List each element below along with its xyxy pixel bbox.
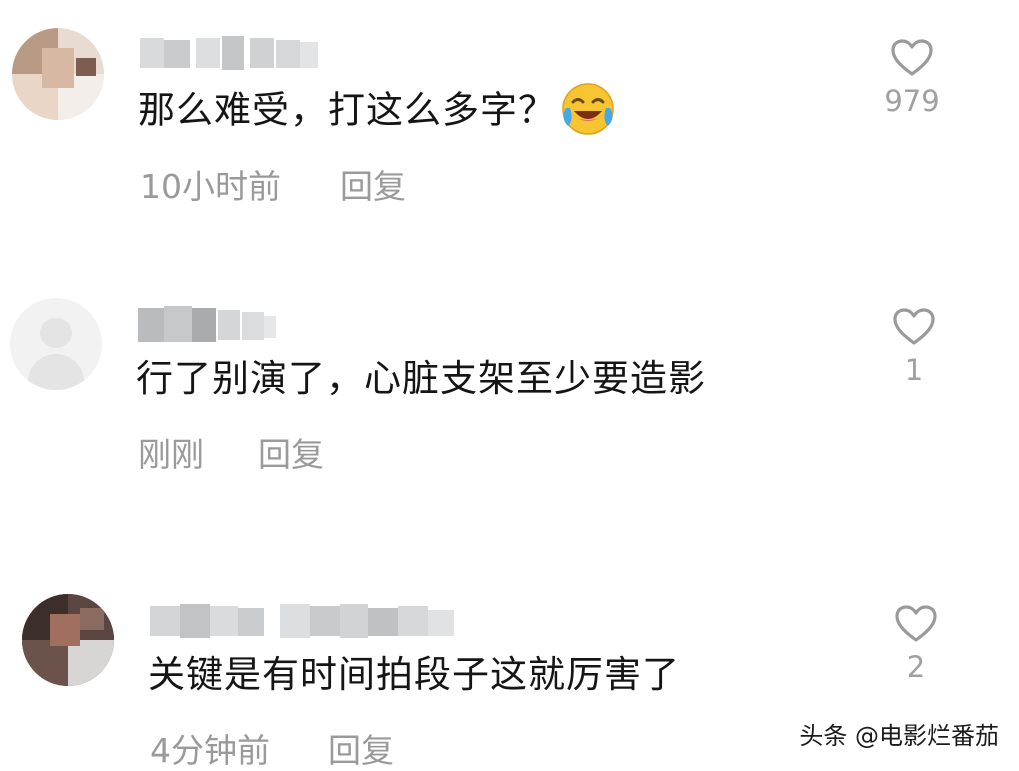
avatar-pixel bbox=[50, 614, 80, 646]
username-redacted[interactable] bbox=[138, 306, 278, 346]
avatar-pixel bbox=[22, 640, 68, 686]
reply-button[interactable]: 回复 bbox=[340, 167, 406, 207]
heart-icon bbox=[895, 605, 937, 642]
avatar-pixel bbox=[76, 58, 96, 76]
username-pixel bbox=[180, 604, 210, 638]
watermark: 头条 @电影烂番茄 bbox=[799, 722, 999, 750]
username-pixel bbox=[242, 312, 264, 340]
comment-time: 10小时前 bbox=[140, 167, 281, 206]
avatar-pixel bbox=[80, 608, 104, 630]
username-pixel bbox=[264, 316, 276, 338]
username-pixel bbox=[276, 40, 300, 68]
avatar[interactable] bbox=[10, 298, 102, 390]
username-pixel bbox=[218, 310, 240, 340]
username-pixel bbox=[398, 606, 428, 636]
username-pixel bbox=[222, 36, 244, 70]
like-count: 1 bbox=[904, 353, 924, 387]
reply-button[interactable]: 回复 bbox=[328, 731, 394, 771]
avatar[interactable] bbox=[12, 28, 104, 120]
avatar-pixel bbox=[28, 354, 84, 390]
comment-text: 行了别演了，心脏支架至少要造影 bbox=[136, 357, 706, 400]
heart-icon bbox=[891, 39, 933, 76]
like-count: 2 bbox=[906, 650, 926, 684]
username-redacted[interactable] bbox=[140, 34, 320, 74]
comment-time: 4分钟前 bbox=[150, 731, 270, 770]
avatar[interactable] bbox=[22, 594, 114, 686]
avatar-pixel bbox=[68, 640, 114, 686]
username-pixel bbox=[192, 308, 216, 342]
comment-time: 刚刚 bbox=[138, 435, 204, 474]
username-pixel bbox=[428, 610, 454, 636]
like-button[interactable]: 2 bbox=[886, 604, 946, 684]
reply-button[interactable]: 回复 bbox=[258, 435, 324, 475]
heart-icon bbox=[893, 308, 935, 345]
username-pixel bbox=[140, 38, 164, 68]
username-redacted[interactable] bbox=[150, 602, 460, 642]
username-pixel bbox=[340, 604, 368, 638]
like-button[interactable]: 979 bbox=[882, 38, 942, 118]
username-pixel bbox=[138, 308, 164, 342]
laughing-crying-emoji-icon bbox=[562, 83, 614, 135]
like-count: 979 bbox=[884, 84, 940, 118]
username-pixel bbox=[250, 38, 274, 68]
like-button[interactable]: 1 bbox=[884, 307, 944, 387]
avatar-pixel bbox=[42, 48, 74, 88]
username-pixel bbox=[310, 606, 340, 636]
username-pixel bbox=[164, 40, 190, 68]
username-pixel bbox=[280, 604, 310, 638]
username-pixel bbox=[210, 606, 238, 636]
username-pixel bbox=[196, 38, 220, 68]
avatar-pixel bbox=[40, 318, 72, 348]
username-pixel bbox=[164, 306, 192, 342]
username-pixel bbox=[150, 606, 180, 636]
username-pixel bbox=[238, 608, 264, 636]
comment-text: 关键是有时间拍段子这就厉害了 bbox=[148, 653, 680, 696]
username-pixel bbox=[300, 42, 318, 68]
username-pixel bbox=[368, 608, 398, 636]
comment-text: 那么难受，打这么多字？ bbox=[138, 83, 616, 140]
